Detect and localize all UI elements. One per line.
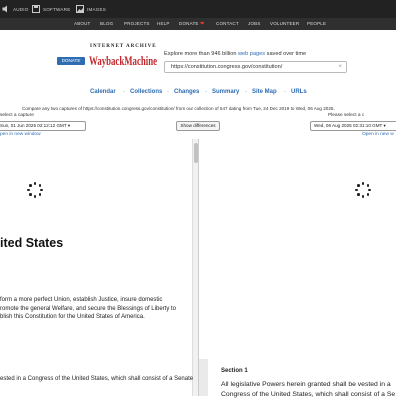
media-images-label: IMAGES <box>87 6 107 12</box>
wayback-machine-logo[interactable]: WaybackMachine <box>89 51 159 71</box>
compare-description: Compare any two captures of https://cons… <box>22 106 335 111</box>
subnav-separator: · <box>245 89 247 95</box>
left-capture-select[interactable]: Sun, 01 Jun 2025 02:12:12 GMT ▾ <box>0 121 86 131</box>
media-software-label: SOFTWARE <box>43 6 71 12</box>
section-text: All legislative Powers herein granted sh… <box>221 381 391 388</box>
right-select-label: Please select a c <box>328 113 365 118</box>
internet-archive-wordmark: INTERNET ARCHIVE <box>90 44 157 49</box>
article-text: ested in a Congress of the United States… <box>0 376 194 382</box>
nav-contact[interactable]: CONTACT <box>216 18 239 30</box>
preamble-line: form a more perfect Union, establish Jus… <box>0 297 163 303</box>
nav-blog[interactable]: BLOG <box>100 18 113 30</box>
media-audio[interactable]: AUDIO <box>2 0 29 18</box>
preamble-line: blish this Constitution for the United S… <box>0 314 145 321</box>
subnav-site-map[interactable]: Site Map <box>252 89 277 97</box>
left-select-label: select a capture <box>0 113 34 118</box>
main-nav: ABOUT BLOG PROJECTS HELP DONATE ❤ CONTAC… <box>0 18 396 30</box>
subnav-calendar[interactable]: Calendar <box>90 89 116 97</box>
left-open-new-window-link[interactable]: pen in new window <box>0 132 41 137</box>
subnav-separator: · <box>123 89 125 95</box>
top-media-bar: AUDIO SOFTWARE IMAGES <box>0 0 396 18</box>
right-capture-frame[interactable] <box>199 139 396 396</box>
subnav-separator: · <box>205 89 207 95</box>
subnav-collections[interactable]: Collections <box>130 89 162 97</box>
clear-icon[interactable]: × <box>338 62 342 72</box>
subnav-separator: · <box>284 89 286 95</box>
nav-help[interactable]: HELP <box>157 18 170 30</box>
nav-volunteer[interactable]: VOLUNTEER <box>270 18 299 30</box>
show-differences-button[interactable]: Show differences <box>176 121 220 131</box>
tagline-suffix: saved over time <box>266 51 307 57</box>
web-pages-link[interactable]: web pages <box>238 51 265 57</box>
media-software[interactable]: SOFTWARE <box>32 0 70 18</box>
nav-projects[interactable]: PROJECTS <box>124 18 150 30</box>
url-value: https://constitution.congress.gov/consti… <box>171 64 283 70</box>
left-capture-frame[interactable] <box>0 139 192 396</box>
right-capture-select[interactable]: Wed, 06 Aug 2025 02:31:10 GMT ▾ <box>310 121 396 131</box>
media-audio-label: AUDIO <box>13 6 29 12</box>
nav-people[interactable]: PEOPLE <box>307 18 326 30</box>
media-images[interactable]: IMAGES <box>76 0 106 18</box>
subnav-urls[interactable]: URLs <box>291 89 307 97</box>
heart-icon: ❤ <box>200 21 205 27</box>
section-text: Congress of the United States, which sha… <box>221 391 396 398</box>
donate-button[interactable]: DONATE <box>57 57 85 65</box>
subnav-separator: · <box>167 89 169 95</box>
right-open-new-window-link[interactable]: Open in new w <box>362 132 394 137</box>
wayback-logo-text: WaybackMachine <box>89 53 157 68</box>
nav-jobs[interactable]: JOBS <box>248 18 261 30</box>
url-search-input[interactable]: https://constitution.congress.gov/consti… <box>164 61 347 73</box>
nav-donate[interactable]: DONATE ❤ <box>179 18 204 30</box>
loading-spinner-icon <box>27 182 43 198</box>
subnav-changes[interactable]: Changes <box>174 89 199 97</box>
nav-about[interactable]: ABOUT <box>74 18 91 30</box>
tagline-prefix: Explore more than 946 billion <box>164 51 237 57</box>
section-heading: Section 1 <box>221 368 248 374</box>
image-icon <box>76 5 84 13</box>
tagline: Explore more than 946 billion web pages … <box>164 51 306 57</box>
subnav-summary[interactable]: Summary <box>212 89 239 97</box>
preamble-line: romote the general Welfare, and secure t… <box>0 305 176 312</box>
document-title: ited States <box>0 236 64 250</box>
preamble-text: form a more perfect Union, establish Jus… <box>0 296 176 322</box>
loading-spinner-icon <box>355 182 371 198</box>
floppy-disk-icon <box>32 5 40 13</box>
nav-donate-label: DONATE <box>179 21 199 26</box>
speaker-icon <box>2 5 7 13</box>
